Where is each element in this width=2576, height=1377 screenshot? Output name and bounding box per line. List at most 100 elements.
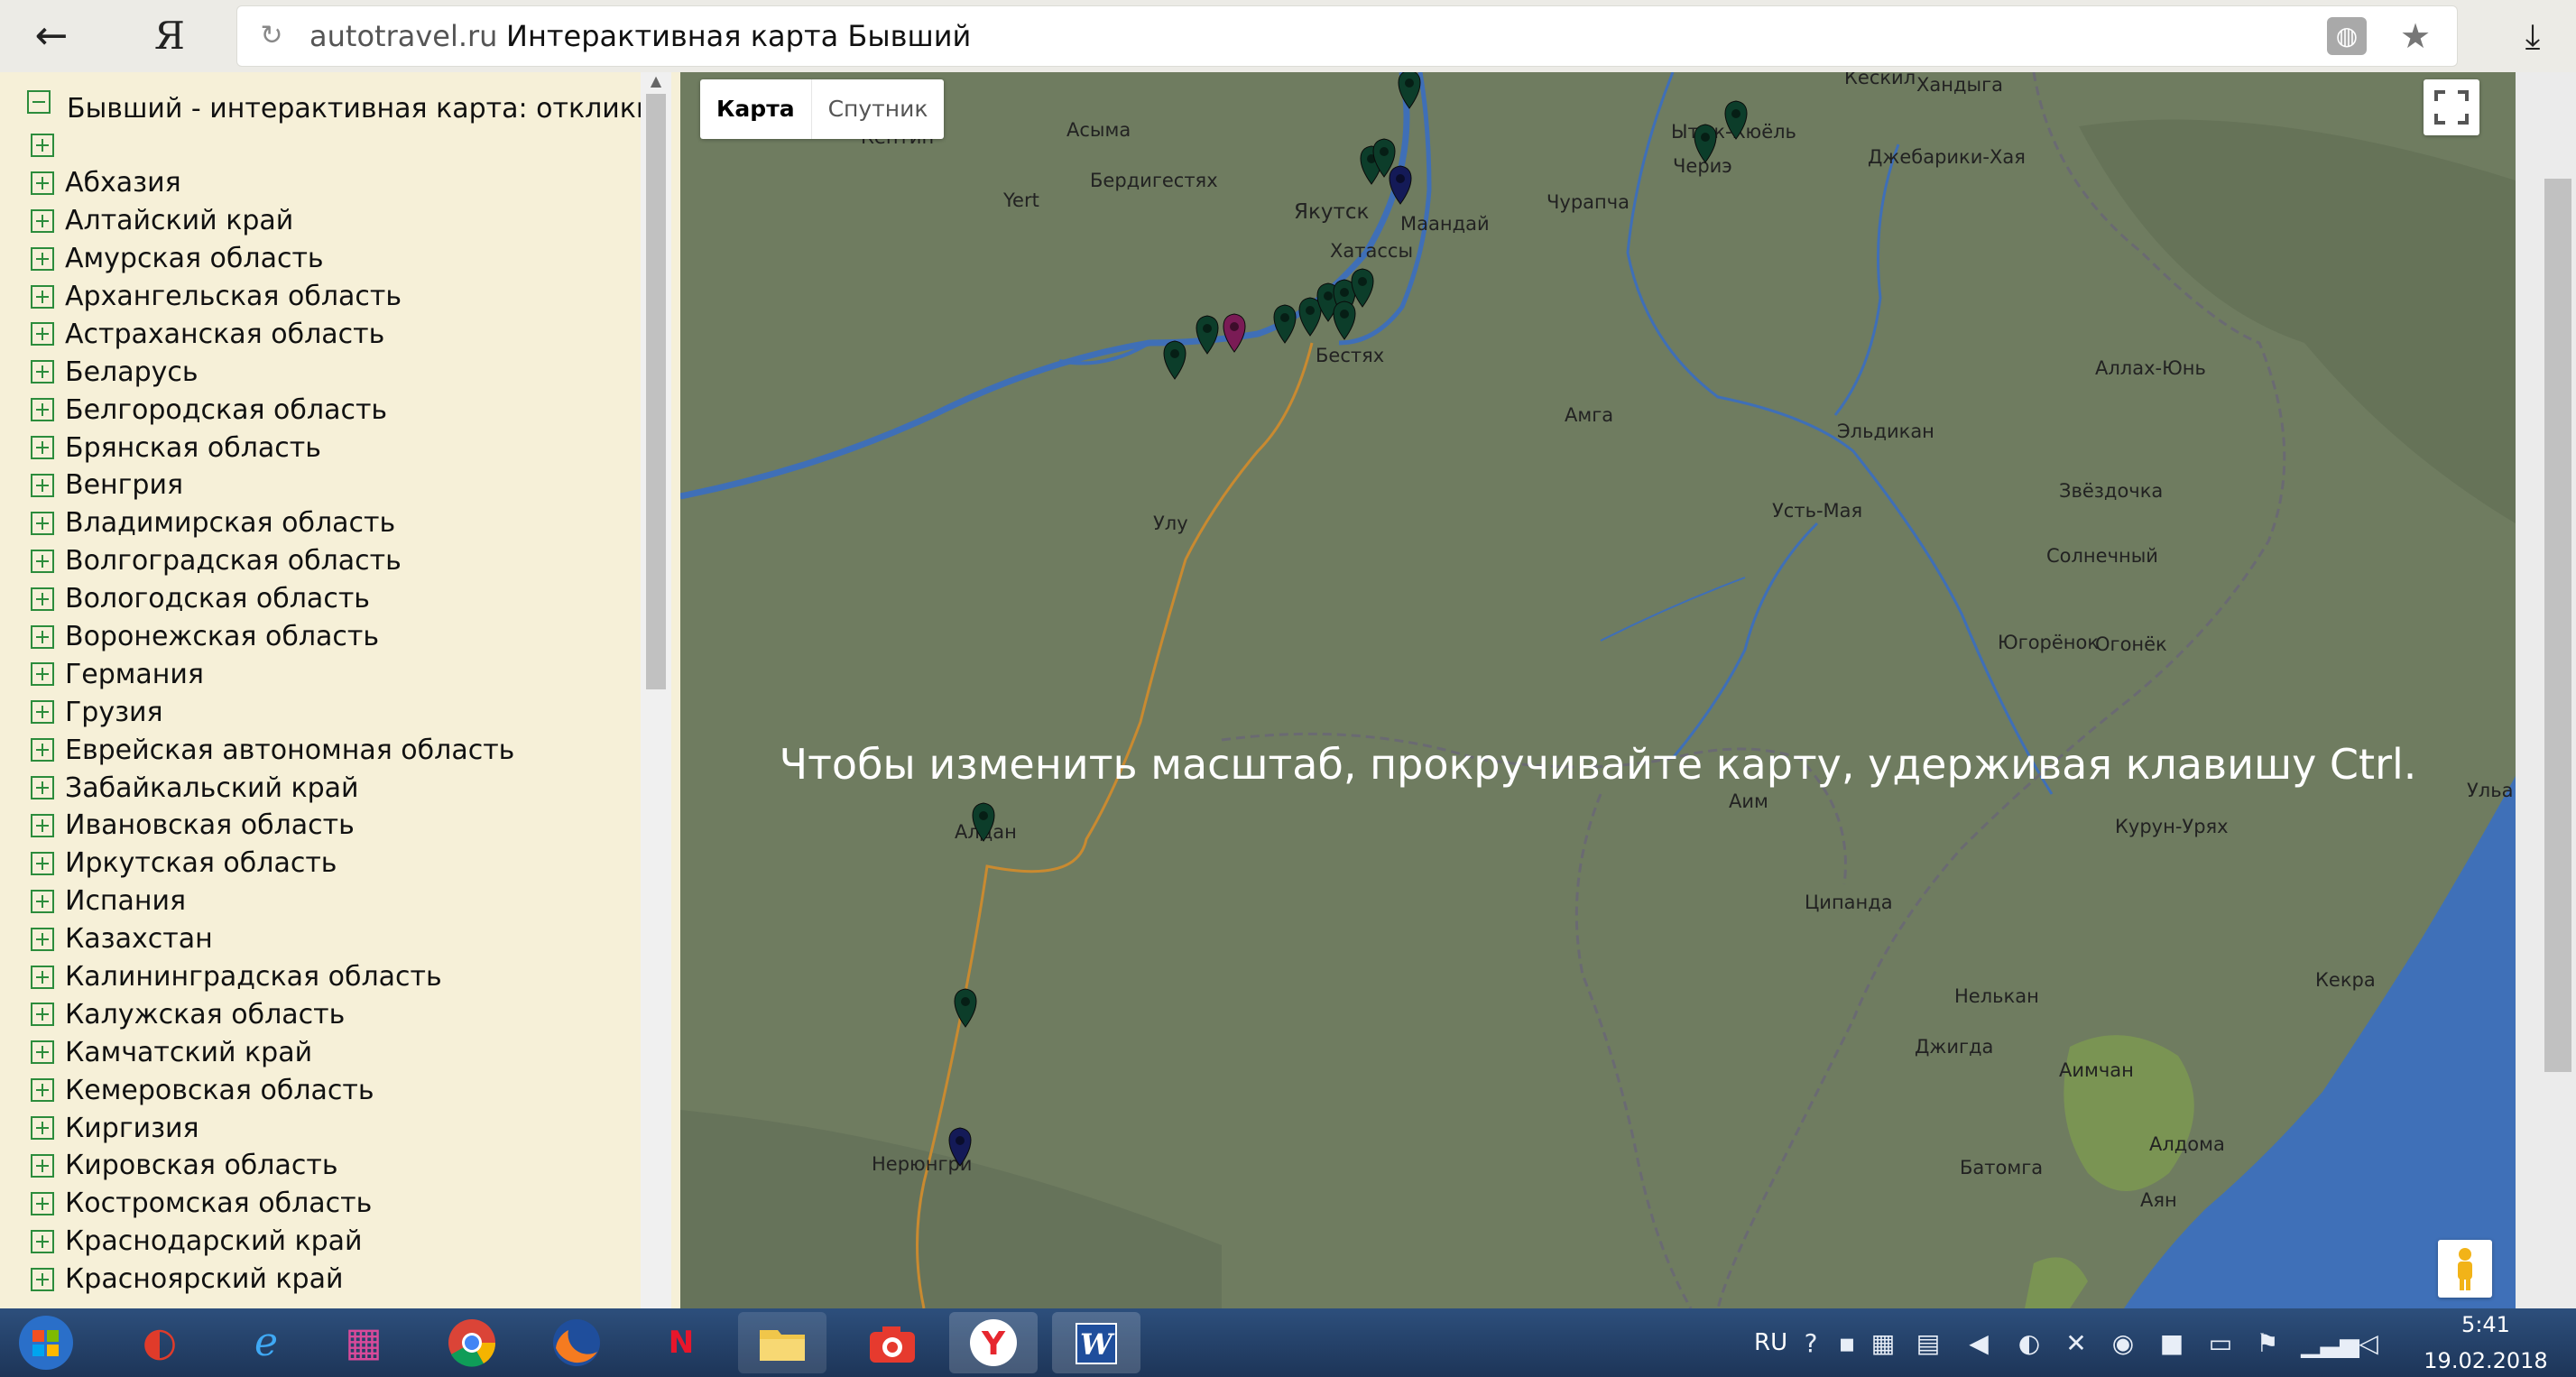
region-item[interactable]: Костромская область [31,1185,514,1223]
expand-icon[interactable] [31,738,54,762]
page-scrollbar[interactable] [2516,72,2576,1308]
expand-icon[interactable] [31,1078,54,1103]
bookmark-star-icon[interactable]: ★ [2394,14,2437,59]
map-marker[interactable] [948,1127,972,1167]
expand-icon[interactable] [31,1040,54,1065]
sidebar-scrollbar[interactable]: ▲ [641,72,671,1308]
back-button[interactable]: ← [20,13,83,60]
map-marker[interactable] [1223,313,1246,353]
region-item[interactable]: Абхазия [31,164,514,202]
sidebar-scroll-thumb[interactable] [646,94,666,689]
taskbar-winrar[interactable]: ▦ [319,1312,408,1373]
tree-root[interactable]: Бывший - интерактивная карта: отклики [27,90,641,128]
interactive-map[interactable]: Кескил Хандыга Асыма Кептин Бердигестях … [680,72,2516,1308]
expand-icon[interactable] [31,1153,54,1178]
taskbar-file-explorer[interactable] [738,1312,826,1373]
expand-icon[interactable] [31,473,54,497]
map-marker[interactable] [1724,100,1748,140]
expand-icon[interactable] [31,284,54,309]
map-marker[interactable] [1298,297,1322,337]
taskbar-yandex-browser[interactable]: Y [949,1312,1038,1373]
map-marker[interactable] [1273,304,1297,344]
expand-icon[interactable] [31,322,54,347]
taskbar-nero[interactable]: N [637,1312,725,1373]
expand-icon[interactable] [31,662,54,687]
map-marker[interactable] [1694,124,1717,163]
region-item[interactable]: Беларусь [31,353,514,391]
expand-icon[interactable] [31,587,54,611]
translate-icon[interactable]: ◍ [2327,17,2367,55]
yandex-logo[interactable]: Я [152,9,188,63]
reload-icon[interactable]: ↻ [254,14,290,59]
language-indicator[interactable]: RU [1754,1308,1787,1377]
signal-icon[interactable]: ▁▃▅ [2301,1328,2359,1359]
expand-icon[interactable] [31,1229,54,1253]
volume-icon[interactable]: ◁ [2353,1328,2384,1359]
region-item[interactable]: Краснодарский край [31,1223,514,1261]
taskbar-ccleaner[interactable]: ◐ [115,1312,204,1373]
region-item[interactable]: Испания [31,883,514,920]
map-marker[interactable] [1351,268,1374,308]
tray-app-icon[interactable]: ▦ [1868,1328,1898,1359]
region-item[interactable]: Владимирская область [31,504,514,542]
region-item[interactable]: Венгрия [31,467,514,504]
region-item[interactable]: Калининградская область [31,958,514,996]
expand-icon[interactable] [31,360,54,384]
map-type-satellite-button[interactable]: Спутник [810,79,945,139]
region-item[interactable]: Красноярский край [31,1261,514,1298]
expand-icon[interactable] [31,511,54,535]
taskbar-word[interactable]: W [1052,1312,1140,1373]
region-item[interactable]: Калужская область [31,995,514,1033]
map-marker[interactable] [1196,315,1219,355]
region-item[interactable]: Кемеровская область [31,1071,514,1109]
expand-icon[interactable] [31,549,54,573]
region-item[interactable]: Киргизия [31,1109,514,1147]
expand-icon[interactable] [31,398,54,422]
scroll-up-arrow-icon[interactable]: ▲ [641,72,671,90]
map-marker[interactable] [954,988,977,1028]
speaker-icon[interactable]: ◀ [1963,1328,1994,1359]
map-marker[interactable] [1333,300,1356,340]
tray-app-icon[interactable]: ✕ [2061,1328,2091,1359]
expand-icon[interactable] [31,776,54,800]
region-item[interactable]: Еврейская автономная область [31,731,514,769]
region-item[interactable]: Ивановская область [31,807,514,845]
clock-date[interactable]: 19.02.2018 [2400,1348,2571,1373]
tray-app-icon[interactable]: ◐ [2014,1328,2045,1359]
clock-time[interactable]: 5:41 [2427,1312,2544,1337]
map-marker[interactable] [1389,165,1412,205]
region-item[interactable]: Казахстан [31,920,514,958]
map-marker[interactable] [1398,72,1421,109]
expand-icon[interactable] [31,1116,54,1141]
network-icon[interactable]: ▭ [2205,1328,2236,1359]
region-item[interactable]: Белгородская область [31,391,514,429]
tray-app-icon[interactable]: ■ [2156,1328,2187,1359]
region-item[interactable] [31,126,514,164]
map-marker[interactable] [972,802,995,842]
tray-app-icon[interactable]: ▤ [1913,1328,1944,1359]
tray-app-icon[interactable]: ▪ [1832,1328,1862,1359]
region-item[interactable]: Камчатский край [31,1033,514,1071]
region-item[interactable]: Воронежская область [31,618,514,656]
region-item[interactable]: Волгоградская область [31,542,514,580]
taskbar-internet-explorer[interactable]: e [222,1312,310,1373]
map-type-map-button[interactable]: Карта [700,79,811,139]
expand-icon[interactable] [31,851,54,875]
expand-icon[interactable] [31,436,54,460]
expand-icon[interactable] [31,927,54,951]
region-item[interactable]: Вологодская область [31,580,514,618]
region-item[interactable]: Забайкальский край [31,769,514,807]
map-marker[interactable] [1163,340,1186,380]
expand-icon[interactable] [31,889,54,913]
expand-icon[interactable] [31,246,54,271]
taskbar-chrome[interactable] [428,1312,516,1373]
expand-icon[interactable] [31,965,54,989]
region-item[interactable]: Иркутская область [31,845,514,883]
region-item[interactable]: Брянская область [31,429,514,467]
download-icon[interactable]: ⤓ [2510,13,2555,60]
start-button[interactable] [2,1312,90,1373]
page-scroll-thumb[interactable] [2544,179,2571,1072]
region-item[interactable]: Алтайский край [31,202,514,240]
expand-icon[interactable] [31,208,54,233]
tray-app-icon[interactable]: ◉ [2108,1328,2138,1359]
